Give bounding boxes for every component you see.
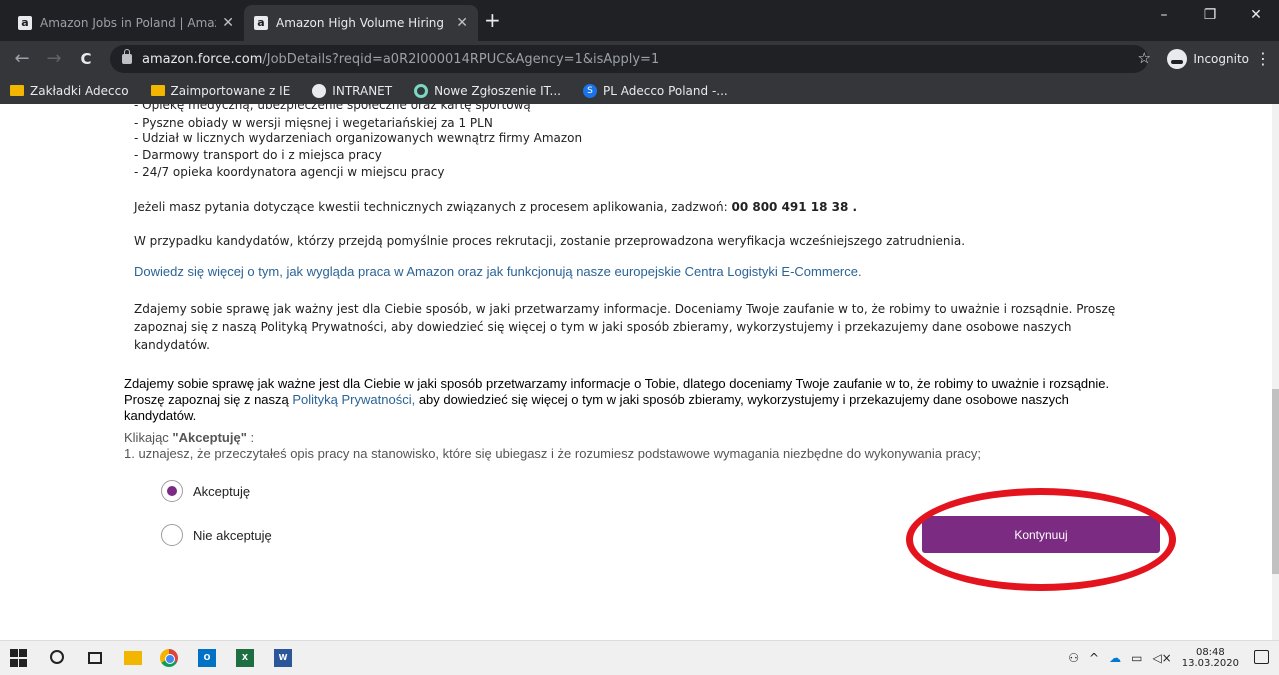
network-icon[interactable]: ▭ (1131, 651, 1142, 665)
consent-text: Zdajemy sobie sprawę jak ważne jest dla … (124, 376, 1144, 424)
learn-more-link[interactable]: Dowiedz się więcej o tym, jak wygląda pr… (134, 264, 862, 279)
file-explorer-icon[interactable] (124, 651, 142, 665)
word-icon[interactable]: W (274, 649, 292, 667)
minimize-button[interactable]: – (1141, 0, 1187, 30)
page-scrollbar[interactable] (1272, 104, 1279, 640)
bookmark-intranet[interactable]: INTRANET (312, 83, 393, 98)
accept-option[interactable]: Akceptuję (161, 480, 250, 502)
verification-paragraph: W przypadku kandydatów, którzy przejdą p… (134, 234, 966, 248)
tab-title: Amazon High Volume Hiring (276, 16, 444, 30)
bookmark-label: Zakładki Adecco (30, 83, 129, 98)
bookmark-label: Nowe Zgłoszenie IT... (434, 83, 561, 98)
bookmarks-bar: Zakładki Adecco Zaimportowane z IE INTRA… (0, 77, 1279, 104)
accept-label: Akceptuję (193, 483, 251, 499)
privacy-policy-link[interactable]: Polityką Prywatności, (292, 392, 415, 407)
ring-icon (414, 83, 429, 98)
click-instruction: Klikając "Akceptuję" : (124, 430, 254, 445)
system-tray: ⚇ ^ ☁ ▭ ◁× 08:48 13.03.2020 (1068, 647, 1239, 669)
address-bar[interactable]: amazon.force.com /JobDetails?reqid=a0R2I… (110, 45, 1148, 73)
decline-radio[interactable] (161, 524, 183, 546)
folder-icon (150, 85, 165, 96)
decline-option[interactable]: Nie akceptuję (161, 524, 272, 546)
tech-support-text: Jeżeli masz pytania dotyczące kwestii te… (134, 200, 728, 214)
click-suffix: : (250, 430, 255, 445)
notifications-icon[interactable] (1254, 650, 1269, 664)
close-tab-icon[interactable]: ✕ (222, 15, 234, 31)
chrome-icon[interactable] (160, 649, 178, 667)
incognito-label: Incognito (1193, 52, 1249, 66)
annotation-highlight-ellipse (906, 488, 1176, 591)
benefit-item: - Darmowy transport do i z miejsca pracy (134, 148, 382, 162)
volume-icon[interactable]: ◁× (1152, 651, 1171, 665)
benefit-item: - Udział w licznych wydarzeniach organiz… (134, 131, 583, 145)
window-controls: – ❐ ✕ (1141, 0, 1279, 30)
support-phone: 00 800 491 18 38 . (731, 200, 858, 214)
scrollbar-thumb[interactable] (1272, 389, 1279, 574)
windows-taskbar: O X W ⚇ ^ ☁ ▭ ◁× 08:48 13.03.2020 (0, 640, 1279, 675)
incognito-icon (1167, 49, 1188, 69)
globe-icon (312, 83, 327, 98)
bookmark-star-icon[interactable]: ☆ (1138, 49, 1151, 67)
bookmark-zakladki-adecco[interactable]: Zakładki Adecco (10, 84, 129, 98)
sharepoint-icon: S (582, 83, 597, 98)
clock-time: 08:48 (1195, 647, 1225, 658)
consent-point-1: 1. uznajesz, że przeczytałeś opis pracy … (124, 446, 981, 461)
clock-date: 13.03.2020 (1181, 658, 1239, 669)
click-bold: "Akceptuję" (172, 430, 247, 445)
amazon-favicon-icon: a (18, 16, 32, 30)
benefit-item: - 24/7 opieka koordynatora agencji w mie… (134, 165, 445, 179)
onedrive-icon[interactable]: ☁ (1109, 651, 1121, 665)
tab-high-volume-hiring[interactable]: a Amazon High Volume Hiring ✕ (244, 5, 478, 41)
bookmark-zaimportowane[interactable]: Zaimportowane z IE (150, 83, 291, 98)
bookmark-label: Zaimportowane z IE (170, 83, 291, 98)
decline-label: Nie akceptuję (193, 527, 272, 543)
url-domain: amazon.force.com (142, 51, 263, 67)
close-window-button[interactable]: ✕ (1233, 0, 1279, 30)
benefit-item: - Opiekę medyczną, ubezpieczenie społecz… (134, 104, 531, 112)
search-icon[interactable] (50, 650, 64, 664)
clock[interactable]: 08:48 13.03.2020 (1182, 647, 1239, 669)
tab-title: Amazon Jobs in Poland | Amazon (40, 16, 216, 30)
bookmark-pl-adecco[interactable]: S PL Adecco Poland -... (582, 83, 728, 98)
restore-button[interactable]: ❐ (1187, 0, 1233, 30)
bookmark-label: PL Adecco Poland -... (602, 83, 728, 98)
browser-menu-icon[interactable]: ⋮ (1255, 49, 1271, 68)
new-tab-button[interactable]: + (484, 10, 501, 30)
forward-button[interactable]: → (42, 47, 66, 71)
windows-start-icon[interactable] (10, 649, 28, 667)
incognito-indicator[interactable]: Incognito (1167, 47, 1249, 71)
outlook-icon[interactable]: O (198, 649, 216, 667)
chevron-up-icon[interactable]: ^ (1089, 651, 1099, 665)
accept-radio[interactable] (161, 480, 183, 502)
excel-icon[interactable]: X (236, 649, 254, 667)
amazon-favicon-icon: a (254, 16, 268, 30)
people-icon[interactable]: ⚇ (1068, 651, 1079, 665)
browser-toolbar: ← → C amazon.force.com /JobDetails?reqid… (0, 41, 1279, 77)
task-view-icon[interactable] (88, 652, 102, 664)
reload-button[interactable]: C (74, 47, 98, 71)
tab-amazon-jobs[interactable]: a Amazon Jobs in Poland | Amazon ✕ (8, 5, 244, 41)
url-path: /JobDetails?reqid=a0R2I000014RPUC&Agency… (262, 51, 660, 67)
privacy-paragraph: Zdajemy sobie sprawę jak ważny jest dla … (134, 302, 1116, 352)
page-content: - Opiekę medyczną, ubezpieczenie społecz… (0, 104, 1279, 640)
back-button[interactable]: ← (10, 47, 34, 71)
browser-titlebar: a Amazon Jobs in Poland | Amazon ✕ a Ama… (0, 0, 1279, 41)
bookmark-label: INTRANET (332, 83, 393, 98)
click-prefix: Klikając (124, 430, 173, 445)
lock-icon (122, 49, 132, 64)
bookmark-nowe-zgloszenie[interactable]: Nowe Zgłoszenie IT... (414, 83, 561, 98)
tech-support-paragraph: Jeżeli masz pytania dotyczące kwestii te… (134, 198, 1144, 216)
folder-icon (10, 85, 24, 96)
close-tab-icon[interactable]: ✕ (456, 15, 468, 31)
